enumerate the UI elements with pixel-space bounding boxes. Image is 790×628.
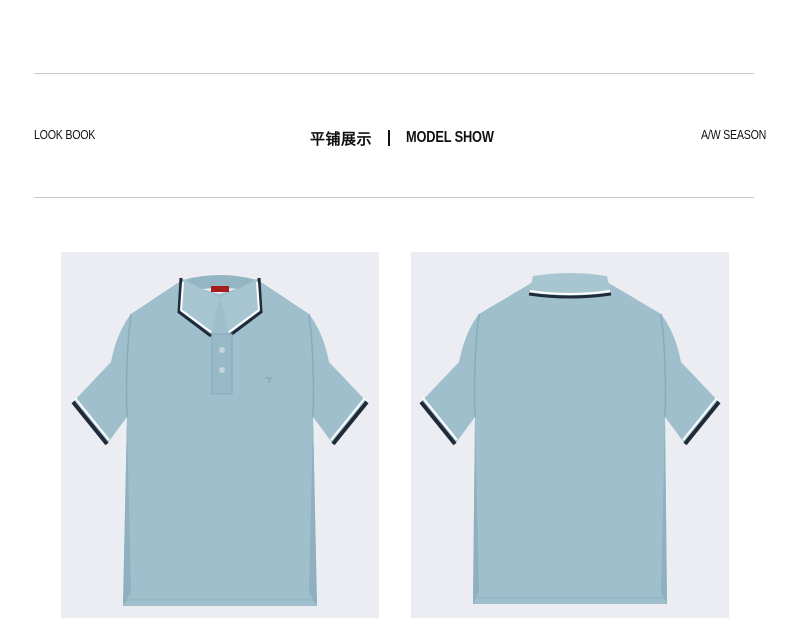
polo-front-image — [61, 252, 379, 618]
polo-back-image — [411, 252, 729, 618]
top-divider — [34, 73, 754, 74]
section-title-en: MODEL SHOW — [406, 129, 494, 146]
bottom-divider — [34, 197, 754, 198]
section-title: 平铺展示 MODEL SHOW — [310, 126, 516, 150]
season-label: A/W SEASON — [701, 127, 767, 142]
title-separator — [388, 130, 391, 146]
polo-front-illustration — [71, 275, 369, 606]
look-book-label: LOOK BOOK — [34, 127, 96, 142]
section-title-cn: 平铺展示 — [310, 129, 373, 148]
polo-back-illustration — [419, 273, 721, 604]
